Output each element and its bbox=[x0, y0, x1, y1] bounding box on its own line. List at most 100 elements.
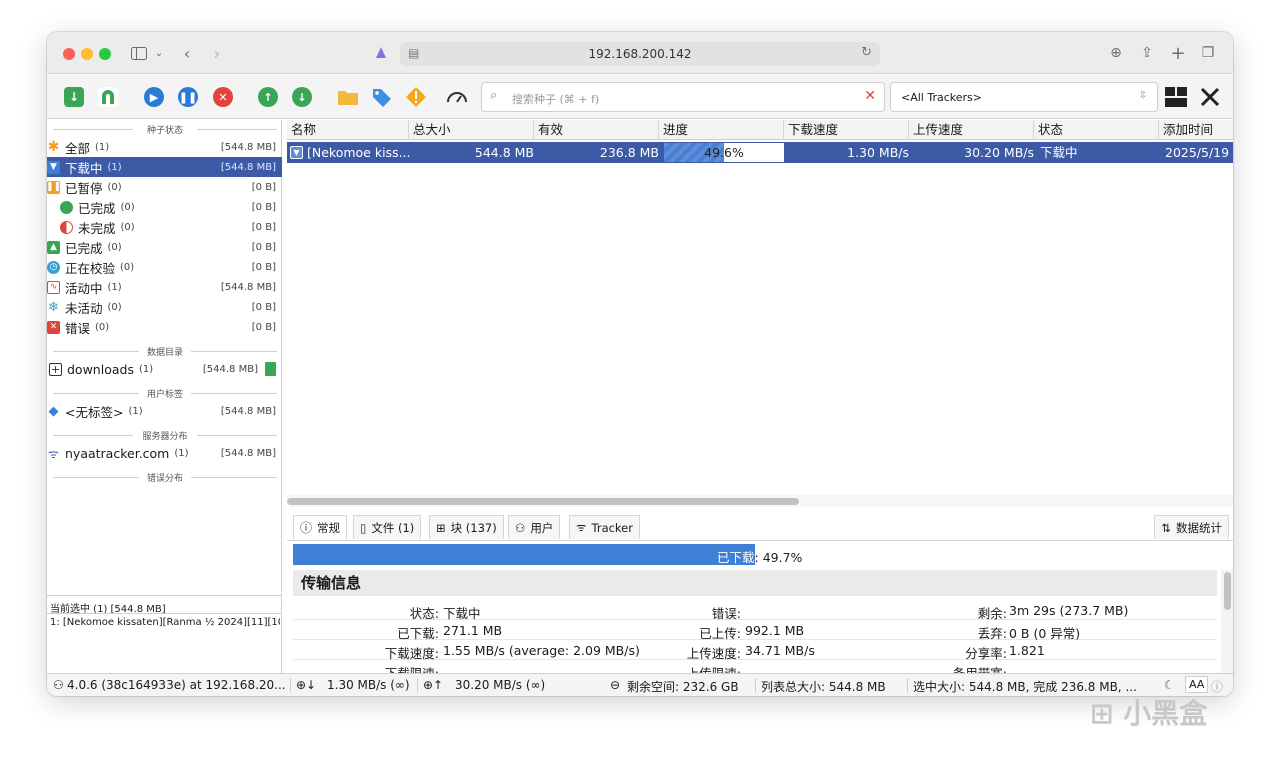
resume-button[interactable]: ▶ bbox=[141, 84, 167, 110]
page-menu-icon[interactable]: ▤ bbox=[408, 46, 419, 60]
add-torrent-file-button[interactable]: ↓ bbox=[61, 84, 87, 110]
wifi-icon: ᯤ bbox=[48, 446, 59, 461]
status-filter-downloading[interactable]: ▼ 下载中 (1) [544.8 MB] bbox=[47, 157, 282, 177]
status-filter-completed[interactable]: ▲ 已完成 (0) [0 B] bbox=[47, 237, 282, 257]
free-space: 剩余空间: 232.6 GB bbox=[627, 680, 739, 694]
status-filter-paused-incomplete[interactable]: 未完成 (0) [0 B] bbox=[47, 217, 282, 237]
col-ul-speed[interactable]: 上传速度 bbox=[909, 120, 1034, 140]
speed-limit-button[interactable] bbox=[444, 84, 470, 110]
col-status[interactable]: 状态 bbox=[1034, 120, 1159, 140]
status-filter-all[interactable]: ✱ 全部 (1) [544.8 MB] bbox=[47, 137, 282, 157]
col-name[interactable]: 名称 bbox=[287, 120, 409, 140]
status-filter-error[interactable]: ✕ 错误 (0) [0 B] bbox=[47, 317, 282, 337]
status-filter-paused[interactable]: ❚❚ 已暂停 (0) [0 B] bbox=[47, 177, 282, 197]
list-hscrollbar[interactable] bbox=[287, 495, 1233, 507]
set-tags-button[interactable] bbox=[369, 84, 395, 110]
tag-filter-untagged[interactable]: ◆ <无标签> (1) [544.8 MB] bbox=[47, 401, 282, 421]
status-filter-checking[interactable]: ◷ 正在校验 (0) [0 B] bbox=[47, 257, 282, 277]
tab-pieces[interactable]: ⊞ 块 (137) bbox=[429, 515, 504, 539]
extension-icon[interactable] bbox=[369, 42, 393, 64]
pause-icon: ❚❚ bbox=[47, 180, 62, 194]
force-recheck-button[interactable] bbox=[403, 84, 429, 110]
settings-button[interactable] bbox=[1197, 84, 1223, 110]
green-dot-icon bbox=[60, 200, 73, 214]
downloaded-fill bbox=[293, 544, 756, 565]
zoom-window-button[interactable] bbox=[99, 48, 111, 60]
clear-search-icon[interactable]: ✕ bbox=[864, 88, 876, 104]
info-icon: ⓘ bbox=[300, 521, 313, 535]
forward-icon[interactable]: › bbox=[205, 42, 229, 64]
status-filter-active[interactable]: ∿ 活动中 (1) [544.8 MB] bbox=[47, 277, 282, 297]
server-section-header: 服务器分布 bbox=[53, 429, 277, 442]
dir-filter-downloads[interactable]: + downloads (1) [544.8 MB] bbox=[47, 359, 282, 379]
layout-button[interactable] bbox=[1163, 84, 1189, 110]
tab-overview-icon[interactable]: ❐ bbox=[1196, 42, 1220, 64]
status-filter-paused-completed[interactable]: 已完成 (0) [0 B] bbox=[47, 197, 282, 217]
address-bar[interactable]: ▤ 192.168.200.142 ↻ bbox=[400, 42, 880, 66]
theme-icon[interactable]: ☾ bbox=[1164, 678, 1175, 692]
torrent-ul-speed: 30.20 MB/s bbox=[964, 145, 1034, 160]
tab-peers[interactable]: ⚇ 用户 bbox=[508, 515, 561, 539]
pause-button[interactable]: ❚❚ bbox=[175, 84, 201, 110]
dir-section-header: 数据目录 bbox=[53, 345, 277, 358]
torrent-table-header: 名称 总大小 有效 进度 下载速度 上传速度 状态 添加时间 bbox=[287, 120, 1233, 140]
new-tab-icon[interactable]: + bbox=[1166, 42, 1190, 64]
upload-icon: ▲ bbox=[47, 240, 60, 254]
move-down-button[interactable]: ↓ bbox=[289, 84, 315, 110]
minimize-window-button[interactable] bbox=[81, 48, 93, 60]
tracker-filter-select[interactable]: <All Trackers> ⇳ bbox=[890, 82, 1158, 112]
status-filter-inactive[interactable]: ❄ 未活动 (0) [0 B] bbox=[47, 297, 282, 317]
torrent-progress-bar: 49.6% bbox=[664, 143, 784, 162]
tag-section-header: 用户标签 bbox=[53, 387, 277, 400]
expand-icon[interactable]: + bbox=[49, 362, 62, 376]
set-location-button[interactable] bbox=[335, 84, 361, 110]
info-icon[interactable]: ⓘ bbox=[1211, 678, 1223, 695]
list-total-size: 列表总大小: 544.8 MB bbox=[761, 680, 886, 694]
col-size[interactable]: 总大小 bbox=[409, 120, 534, 140]
col-effective[interactable]: 有效 bbox=[534, 120, 659, 140]
share-icon[interactable]: ⇪ bbox=[1135, 42, 1159, 64]
filter-sidebar: 种子状态 ✱ 全部 (1) [544.8 MB] ▼ 下载中 (1) [544.8 MB] … bbox=[47, 120, 282, 592]
back-icon[interactable]: ‹ bbox=[175, 42, 199, 64]
version-text: 4.0.6 (38c164933e) at 192.168.20... bbox=[67, 678, 286, 692]
asterisk-icon: ✱ bbox=[47, 139, 60, 155]
tab-files[interactable]: ▯ 文件 (1) bbox=[353, 515, 422, 539]
dl-globe-icon: ⊕↓ bbox=[296, 678, 317, 692]
clock-icon: ◷ bbox=[47, 260, 60, 274]
folder-icon bbox=[338, 91, 358, 105]
torrent-size: 544.8 MB bbox=[474, 145, 534, 160]
selection-item[interactable]: 1: [Nekomoe kissaten][Ranma ½ 2024][11][… bbox=[50, 617, 280, 628]
close-icon: ✕ bbox=[213, 87, 233, 107]
watermark-logo-icon: ⊞ bbox=[1090, 697, 1114, 730]
sort-icon: ⇅ bbox=[1161, 520, 1171, 535]
search-input[interactable]: ⌕ 搜索种子 (⌘ + f) ✕ bbox=[481, 82, 885, 112]
global-ul-speed[interactable]: 30.20 MB/s (∞) bbox=[455, 678, 545, 692]
downloads-icon[interactable]: ⊕ bbox=[1104, 42, 1128, 64]
tab-statistics[interactable]: ⇅ 数据统计 bbox=[1154, 515, 1229, 539]
close-window-button[interactable] bbox=[63, 48, 75, 60]
torrent-status: 下载中 bbox=[1040, 145, 1078, 160]
tracker-filter-nyaa[interactable]: ᯤ nyaatracker.com (1) [544.8 MB] bbox=[47, 443, 282, 463]
add-magnet-button[interactable] bbox=[95, 84, 121, 110]
global-dl-speed[interactable]: 1.30 MB/s (∞) bbox=[327, 678, 410, 692]
pause-icon: ❚❚ bbox=[178, 87, 198, 107]
ul-globe-icon: ⊕↑ bbox=[423, 678, 444, 692]
font-size-toggle[interactable]: AA bbox=[1185, 676, 1209, 693]
col-dl-speed[interactable]: 下载速度 bbox=[784, 120, 909, 140]
tab-general[interactable]: ⓘ 常规 bbox=[293, 515, 348, 539]
torrent-name: [Nekomoe kiss... bbox=[307, 145, 411, 160]
col-progress[interactable]: 进度 bbox=[659, 120, 784, 140]
tab-trackers[interactable]: ᯤ Tracker bbox=[569, 515, 640, 539]
move-up-button[interactable]: ↑ bbox=[255, 84, 281, 110]
downloaded-progress-bar: 已下载: 49.7% bbox=[293, 544, 1223, 565]
progress-text: 49.6% bbox=[704, 145, 744, 160]
info-row: 状态: 下载中 错误: 剩余: 3m 29s (273.7 MB) bbox=[293, 600, 1217, 621]
browser-titlebar: ⌄ ‹ › ▤ 192.168.200.142 ↻ ⊕ ⇪ + ❐ bbox=[47, 32, 1233, 74]
chevron-down-icon[interactable]: ⌄ bbox=[147, 42, 171, 64]
col-added[interactable]: 添加时间 bbox=[1159, 120, 1233, 140]
torrent-row[interactable]: ▼ [Nekomoe kiss... 544.8 MB 236.8 MB 49.… bbox=[287, 142, 1233, 163]
info-row: 已下载: 271.1 MB 已上传: 992.1 MB 丢弃: 0 B (0 异常) bbox=[293, 620, 1217, 641]
delete-button[interactable]: ✕ bbox=[210, 84, 236, 110]
reload-icon[interactable]: ↻ bbox=[861, 45, 872, 60]
play-icon: ▶ bbox=[144, 87, 164, 107]
